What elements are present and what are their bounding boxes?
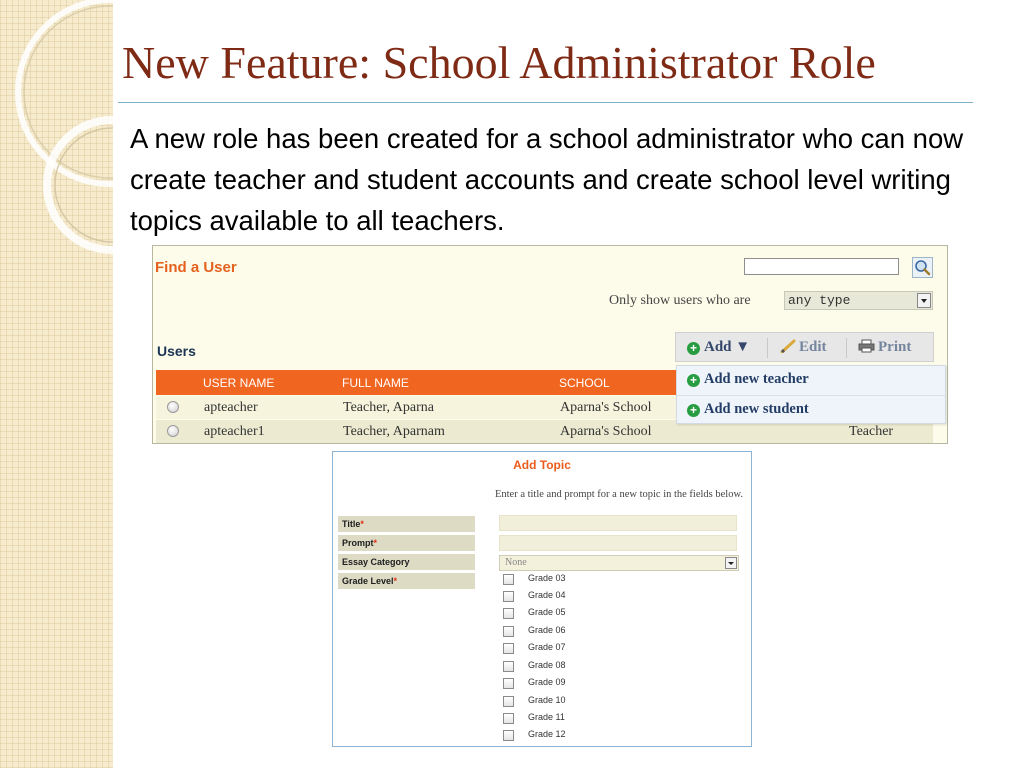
checkbox[interactable] bbox=[503, 696, 514, 707]
menu-item-add-new-teacher[interactable]: + Add new teacher bbox=[687, 371, 809, 388]
search-button[interactable] bbox=[912, 257, 933, 278]
checkbox[interactable] bbox=[503, 661, 514, 672]
essay-category-field-label: Essay Category bbox=[338, 554, 475, 570]
grade-level-field-label: Grade Level* bbox=[338, 573, 475, 589]
prompt-label-text: Prompt bbox=[342, 538, 374, 548]
menu-item-add-new-student[interactable]: + Add new student bbox=[687, 401, 809, 418]
topic-prompt-input[interactable] bbox=[499, 535, 737, 551]
checkbox[interactable] bbox=[503, 591, 514, 602]
slide-body-text: A new role has been created for a school… bbox=[130, 123, 964, 236]
add-button-label: Add ▼ bbox=[704, 339, 751, 355]
title-field-label: Title* bbox=[338, 516, 475, 532]
cell-user-type: Teacher bbox=[849, 424, 894, 439]
printer-icon bbox=[858, 339, 875, 353]
find-user-title: Find a User bbox=[155, 259, 237, 276]
cell-school: Aparna's School bbox=[560, 400, 652, 415]
add-topic-instructions: Enter a title and prompt for a new topic… bbox=[494, 489, 743, 500]
checkbox[interactable] bbox=[503, 678, 514, 689]
user-type-filter-label: Only show users who are bbox=[609, 293, 751, 308]
essay-category-value: None bbox=[505, 557, 527, 568]
slide-title: New Feature: School Administrator Role bbox=[122, 37, 876, 88]
users-section-label: Users bbox=[157, 343, 196, 359]
cell-user-name: apteacher bbox=[204, 400, 258, 415]
grade-label: Grade 05 bbox=[528, 607, 566, 617]
cell-full-name: Teacher, Aparna bbox=[343, 400, 434, 415]
user-search-input[interactable] bbox=[744, 258, 899, 275]
print-button-label: Print bbox=[878, 339, 912, 355]
essay-category-select[interactable]: None bbox=[499, 555, 739, 571]
required-marker: * bbox=[360, 519, 364, 529]
grade-label: Grade 12 bbox=[528, 729, 566, 739]
cell-user-name: apteacher1 bbox=[204, 424, 265, 439]
menu-item-label: Add new student bbox=[704, 401, 809, 417]
toolbar-divider bbox=[767, 338, 768, 358]
row-select-radio[interactable] bbox=[167, 401, 179, 413]
add-topic-panel: Add Topic Enter a title and prompt for a… bbox=[332, 451, 752, 747]
cell-school: Aparna's School bbox=[560, 424, 652, 439]
plus-circle-icon: + bbox=[687, 374, 700, 387]
checkbox[interactable] bbox=[503, 574, 514, 585]
title-label-text: Title bbox=[342, 519, 361, 529]
title-divider bbox=[118, 102, 973, 103]
prompt-field-label: Prompt* bbox=[338, 535, 475, 551]
grade-label: Grade 06 bbox=[528, 625, 566, 635]
menu-divider bbox=[677, 395, 945, 396]
add-button[interactable]: + Add ▼ bbox=[687, 339, 750, 356]
edit-button[interactable]: Edit bbox=[780, 339, 827, 356]
grade-label: Grade 07 bbox=[528, 642, 566, 652]
users-toolbar: + Add ▼ Edit Print bbox=[675, 332, 934, 362]
grade-label: Grade 04 bbox=[528, 590, 566, 600]
checkbox[interactable] bbox=[503, 643, 514, 654]
menu-item-label: Add new teacher bbox=[704, 371, 809, 387]
add-dropdown-menu: + Add new teacher + Add new student bbox=[676, 365, 946, 424]
checkbox[interactable] bbox=[503, 626, 514, 637]
edit-button-label: Edit bbox=[799, 339, 827, 355]
checkbox[interactable] bbox=[503, 713, 514, 724]
grade-label: Grade 09 bbox=[528, 677, 566, 687]
chevron-down-icon[interactable] bbox=[725, 557, 737, 569]
column-header-user-name[interactable]: USER NAME bbox=[203, 376, 274, 390]
grade-label: Grade 03 bbox=[528, 573, 566, 583]
user-type-select-value: any type bbox=[788, 293, 851, 308]
user-type-select[interactable]: any type bbox=[784, 291, 933, 310]
column-header-school[interactable]: SCHOOL bbox=[559, 376, 610, 390]
required-marker: * bbox=[393, 576, 398, 586]
required-marker: * bbox=[373, 538, 378, 548]
plus-circle-icon: + bbox=[687, 342, 700, 355]
grade-label: Grade 11 bbox=[528, 712, 565, 722]
pencil-icon bbox=[780, 339, 796, 354]
print-button[interactable]: Print bbox=[858, 339, 911, 356]
checkbox[interactable] bbox=[503, 730, 514, 741]
chevron-down-icon[interactable] bbox=[917, 293, 931, 308]
toolbar-divider bbox=[846, 338, 847, 358]
topic-title-input[interactable] bbox=[499, 515, 737, 531]
grade-label: Grade 08 bbox=[528, 660, 566, 670]
decorative-sidebar bbox=[0, 0, 113, 768]
essay-category-label-text: Essay Category bbox=[342, 557, 410, 567]
plus-circle-icon: + bbox=[687, 404, 700, 417]
grade-label: Grade 10 bbox=[528, 695, 566, 705]
add-topic-title: Add Topic bbox=[513, 458, 571, 472]
cell-full-name: Teacher, Aparnam bbox=[343, 424, 445, 439]
grade-level-label-text: Grade Level bbox=[342, 576, 394, 586]
checkbox[interactable] bbox=[503, 608, 514, 619]
row-select-radio[interactable] bbox=[167, 425, 179, 437]
decorative-circles bbox=[15, 0, 113, 254]
search-icon bbox=[915, 260, 931, 276]
column-header-full-name[interactable]: FULL NAME bbox=[342, 376, 409, 390]
